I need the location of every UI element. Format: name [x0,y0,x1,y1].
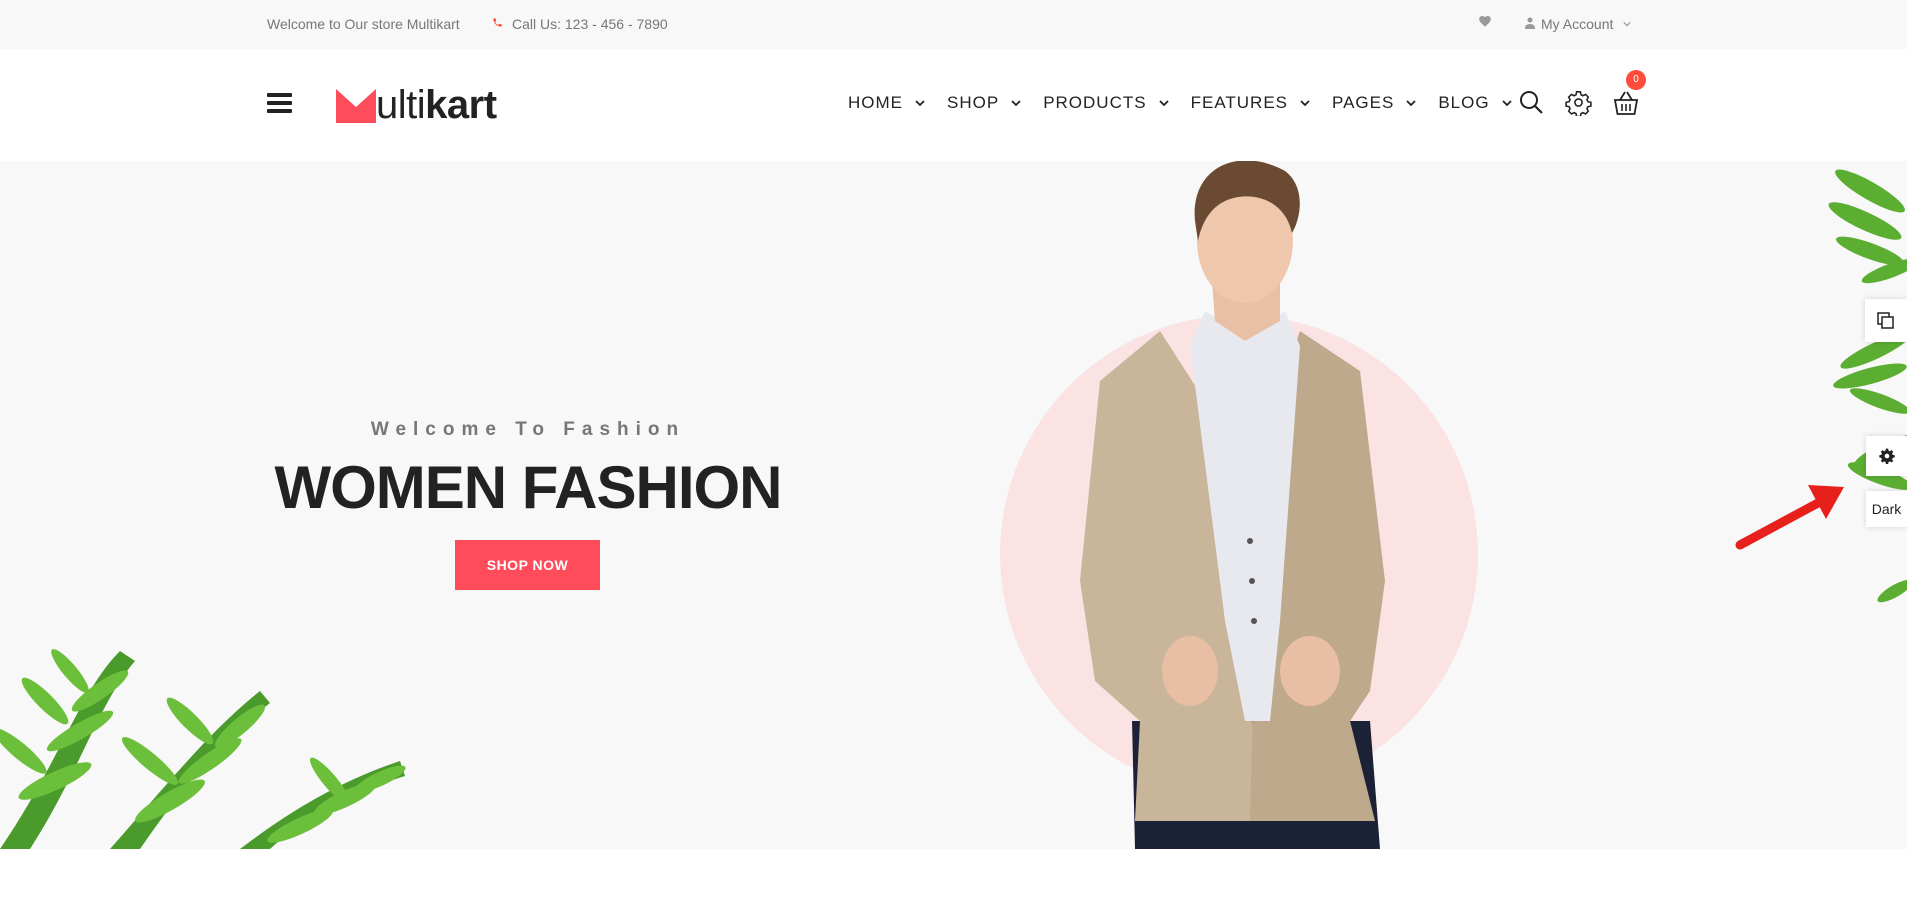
nav-item-products[interactable]: PRODUCTS [1043,93,1169,113]
hamburger-icon[interactable] [267,93,292,114]
leaves-decoration-left [0,649,406,849]
nav-item-blog[interactable]: BLOG [1438,93,1512,113]
hero-banner: Welcome To Fashion WOMEN FASHION SHOP NO… [0,161,1907,849]
cart-icon[interactable] [1612,89,1640,117]
copy-icon[interactable] [1865,299,1907,342]
call-info: Call Us: 123 - 456 - 7890 [492,16,668,32]
main-header: ultikart HOME SHOP PRODUCTS FEATURES PAG… [0,49,1907,161]
hero-model-image [1080,161,1385,849]
my-account-label: My Account [1541,16,1614,32]
top-bar: Welcome to Our store Multikart Call Us: … [0,0,1907,49]
chevron-down-icon [1158,97,1169,109]
shop-now-button[interactable]: SHOP NOW [455,540,600,590]
chevron-down-icon [1011,97,1021,109]
nav-item-shop[interactable]: SHOP [947,93,1021,113]
chevron-down-icon [1623,19,1631,30]
nav-item-features[interactable]: FEATURES [1191,93,1310,113]
my-account-dropdown[interactable]: My Account [1525,16,1631,32]
call-text: Call Us: 123 - 456 - 7890 [512,16,668,32]
user-icon [1525,17,1535,32]
chevron-down-icon [1300,97,1310,109]
dark-mode-toggle[interactable]: Dark [1866,491,1907,527]
hero-subtitle: Welcome To Fashion [370,419,686,440]
nav-item-pages[interactable]: PAGES [1332,93,1416,113]
settings-icon[interactable] [1565,89,1593,118]
logo[interactable]: ultikart [336,83,497,127]
nav-item-home[interactable]: HOME [848,93,925,113]
welcome-text: Welcome to Our store Multikart [267,16,460,32]
logo-text: ultikart [376,83,497,127]
chevron-down-icon [915,97,925,109]
logo-m-icon [336,89,376,123]
hero-title: WOMEN FASHION [274,454,783,521]
chevron-down-icon [1501,97,1512,109]
search-icon[interactable] [1518,89,1546,117]
phone-icon [492,17,503,31]
red-arrow-annotation [1735,485,1844,550]
chevron-down-icon [1406,97,1416,109]
heart-icon[interactable] [1478,14,1492,31]
main-nav: HOME SHOP PRODUCTS FEATURES PAGES BLOG [848,93,1534,113]
gear-icon[interactable] [1866,436,1907,476]
cart-count-badge: 0 [1626,70,1646,90]
